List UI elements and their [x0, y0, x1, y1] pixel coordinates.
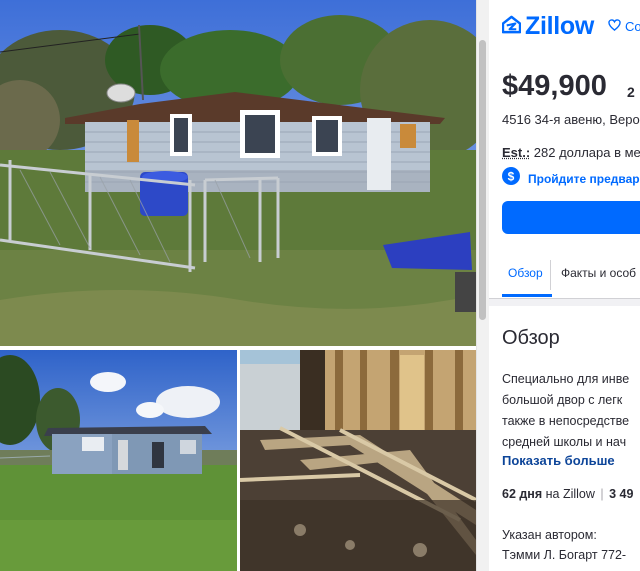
interior-floor-photo[interactable]	[240, 350, 476, 571]
listing-stats: 62 дня на Zillow | 3 49	[502, 487, 633, 501]
zillow-house-icon	[501, 15, 522, 39]
estimate-value: 282 доллара в ме	[530, 145, 640, 160]
save-label: Co	[625, 19, 640, 34]
estimated-payment[interactable]: Est.: 282 доллара в ме	[502, 145, 640, 160]
listing-price: $49,900	[502, 70, 607, 102]
views-count: 3 49	[605, 487, 634, 501]
section-divider	[489, 299, 640, 306]
listing-panel: Zillow Co $49,900 2 4516 34-я авеню, Вер…	[489, 0, 640, 571]
contact-agent-button[interactable]	[502, 201, 640, 234]
show-more-link[interactable]: Показать больше	[502, 453, 615, 468]
description-line: также в непосредстве	[502, 414, 630, 428]
photo-gallery	[0, 0, 476, 571]
tab-overview[interactable]: Обзор	[508, 266, 543, 280]
listed-by-label: Указан автором:	[502, 528, 597, 542]
prequalify-link[interactable]: $ Пройдите предвар	[502, 167, 640, 190]
gallery-scrollbar[interactable]	[476, 0, 489, 571]
tab-divider	[550, 260, 551, 290]
stats-separator: |	[600, 487, 604, 501]
beds-count: 2	[627, 84, 635, 100]
zillow-logo[interactable]: Zillow	[501, 12, 595, 41]
save-button[interactable]: Co	[608, 19, 640, 34]
overview-heading: Обзор	[502, 327, 560, 349]
tab-active-indicator	[502, 294, 552, 297]
svg-text:$: $	[508, 170, 515, 184]
heart-icon	[608, 19, 621, 34]
overview-description: Специально для инве большой двор с легк …	[502, 369, 629, 453]
on-zillow-label: на Zillow	[542, 487, 595, 501]
listing-tabs: Обзор Факты и особ	[489, 252, 640, 299]
description-line: Специально для инве	[502, 372, 630, 386]
tab-facts-features[interactable]: Факты и особ	[561, 266, 636, 280]
dollar-circle-icon: $	[502, 167, 520, 190]
listing-agent: Тэмми Л. Богарт 772-	[502, 548, 627, 562]
main-house-photo[interactable]	[0, 0, 476, 346]
brand-name: Zillow	[525, 12, 595, 40]
prequalify-label: Пройдите предвар	[528, 171, 640, 186]
description-line: средней школы и нач	[502, 435, 627, 449]
house-rear-photo[interactable]	[0, 350, 237, 571]
description-line: большой двор с легк	[502, 393, 623, 407]
estimate-label: Est.:	[502, 145, 531, 160]
scrollbar-thumb[interactable]	[479, 40, 486, 320]
listing-address: 4516 34-я авеню, Веро	[502, 112, 640, 127]
days-on-zillow: 62 дня	[502, 487, 543, 501]
